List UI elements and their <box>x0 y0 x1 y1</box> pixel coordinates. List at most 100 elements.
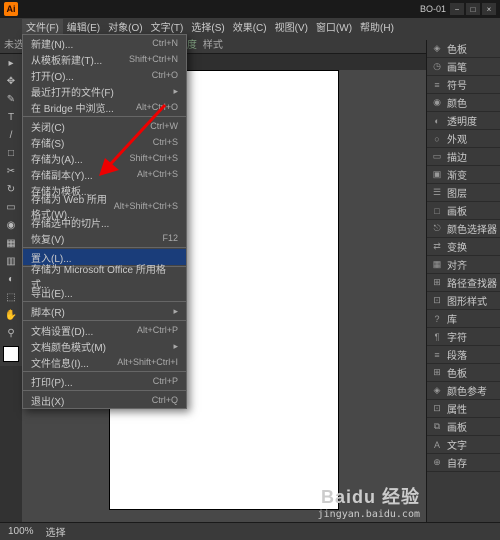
zoom-level[interactable]: 100% <box>8 526 34 537</box>
menu-item[interactable]: 恢复(V)F12 <box>23 230 186 246</box>
panel-button[interactable]: ¶字符 <box>427 328 500 346</box>
panel-button[interactable]: ◐透明度 <box>427 112 500 130</box>
menu-item[interactable]: 文档设置(D)...Alt+Ctrl+P <box>23 322 186 338</box>
menu-item[interactable]: 退出(X)Ctrl+Q <box>23 392 186 408</box>
tool-button[interactable]: ▦ <box>0 234 22 252</box>
panel-button[interactable]: ?库 <box>427 310 500 328</box>
tool-button[interactable]: ▭ <box>0 198 22 216</box>
tool-button[interactable]: ▥ <box>0 252 22 270</box>
status-bar: 100% 选择 <box>0 522 500 540</box>
tool-button[interactable]: ✋ <box>0 306 22 324</box>
maximize-button[interactable]: □ <box>466 3 480 15</box>
panel-button[interactable]: ⇄ 变换 <box>427 238 500 256</box>
panel-button[interactable]: ≡ 段落 <box>427 346 500 364</box>
menu-item[interactable]: 存储为(A)...Shift+Ctrl+S <box>23 150 186 166</box>
panel-label: 色板 <box>447 365 467 380</box>
panel-icon: ? <box>431 313 443 325</box>
menu-item[interactable]: 存储为 Web 所用格式(W)...Alt+Shift+Ctrl+S <box>23 198 186 214</box>
menu-5[interactable]: 效果(C) <box>229 19 271 34</box>
menu-1[interactable]: 编辑(E) <box>63 19 104 34</box>
panel-button[interactable]: ⧉画板 <box>427 418 500 436</box>
panel-button[interactable]: ⊡ 图形样式 <box>427 292 500 310</box>
tool-button[interactable]: ◉ <box>0 216 22 234</box>
panel-label: 段落 <box>447 347 467 362</box>
panel-label: 渐变 <box>447 167 467 182</box>
panel-button[interactable]: ◈色板 <box>427 40 500 58</box>
fill-swatch[interactable] <box>3 346 19 362</box>
menu-item[interactable]: 文件信息(I)...Alt+Shift+Ctrl+I <box>23 354 186 370</box>
tool-button[interactable]: ◐ <box>0 270 22 288</box>
tool-button[interactable]: / <box>0 126 22 144</box>
tool-button[interactable]: ✥ <box>0 72 22 90</box>
menu-item[interactable]: 打开(O)...Ctrl+O <box>23 67 186 83</box>
file-menu-dropdown: 新建(N)...Ctrl+N从模板新建(T)...Shift+Ctrl+N打开(… <box>22 34 187 409</box>
panel-button[interactable]: □画板 <box>427 202 500 220</box>
panel-button[interactable]: ◉颜色 <box>427 94 500 112</box>
tool-button[interactable]: ✂ <box>0 162 22 180</box>
tool-button[interactable]: T <box>0 108 22 126</box>
panel-button[interactable]: ⊡属性 <box>427 400 500 418</box>
close-button[interactable]: × <box>482 3 496 15</box>
panel-button[interactable]: ▣渐变 <box>427 166 500 184</box>
panel-label: 变换 <box>447 239 467 254</box>
panel-label: 画板 <box>447 419 467 434</box>
panel-icon: ⇄ <box>431 241 443 253</box>
menu-item[interactable]: 存储选中的切片... <box>23 214 186 230</box>
menu-6[interactable]: 视图(V) <box>271 19 312 34</box>
menu-item[interactable]: 从模板新建(T)...Shift+Ctrl+N <box>23 51 186 67</box>
watermark-brand: Baidu 经验 <box>318 483 420 509</box>
panel-button[interactable]: ◷画笔 <box>427 58 500 76</box>
menu-item[interactable]: 脚本(R)▸ <box>23 303 186 319</box>
tool-button[interactable]: ⬚ <box>0 288 22 306</box>
menu-item[interactable]: 文档颜色模式(M)▸ <box>23 338 186 354</box>
panel-button[interactable]: ▭描边 <box>427 148 500 166</box>
panel-button[interactable]: ○ 外观 <box>427 130 500 148</box>
right-panels: ◈色板◷画笔≡符号◉颜色◐透明度 ○ 外观 ▭描边▣渐变☰图层□画板⎋颜色选择器 ⇄ 变换… <box>426 40 500 522</box>
watermark: Baidu 经验 jingyan.baidu.com <box>318 483 420 520</box>
panel-icon: ○ <box>431 133 443 145</box>
menu-item[interactable]: 在 Bridge 中浏览...Alt+Ctrl+O <box>23 99 186 115</box>
tool-button[interactable]: ⚲ <box>0 324 22 342</box>
menu-item[interactable]: 最近打开的文件(F)▸ <box>23 83 186 99</box>
panel-label: 透明度 <box>447 113 477 128</box>
style-label[interactable]: 样式 <box>203 36 223 51</box>
menu-0[interactable]: 文件(F) <box>22 19 63 34</box>
panel-button[interactable]: ☰图层 <box>427 184 500 202</box>
menu-item[interactable]: 存储副本(Y)...Alt+Ctrl+S <box>23 166 186 182</box>
menu-item[interactable]: 存储为 Microsoft Office 所用格式... <box>23 268 186 284</box>
tool-button[interactable]: ✎ <box>0 90 22 108</box>
menu-3[interactable]: 文字(T) <box>147 19 188 34</box>
panel-button[interactable]: ⊞色板 <box>427 364 500 382</box>
minimize-button[interactable]: − <box>450 3 464 15</box>
tool-button[interactable]: □ <box>0 144 22 162</box>
menu-item[interactable]: 新建(N)...Ctrl+N <box>23 35 186 51</box>
panel-button[interactable]: ⊞ 路径查找器 <box>427 274 500 292</box>
menu-4[interactable]: 选择(S) <box>187 19 228 34</box>
panel-icon: ≡ <box>431 349 443 361</box>
panel-icon: ▦ <box>431 259 443 271</box>
panel-label: 颜色参考 <box>447 383 487 398</box>
panel-icon: ⎋ <box>431 223 443 235</box>
menu-item[interactable]: 打印(P)...Ctrl+P <box>23 373 186 389</box>
panel-label: 路径查找器 <box>447 275 497 290</box>
menu-item[interactable]: 存储(S)Ctrl+S <box>23 134 186 150</box>
panel-button[interactable]: ◈颜色参考 <box>427 382 500 400</box>
left-toolbar: ▸✥✎T/□✂↻▭◉▦▥◐⬚✋⚲ <box>0 54 22 366</box>
panel-button[interactable]: ⊕自存 <box>427 454 500 472</box>
panel-button[interactable]: ▦对齐 <box>427 256 500 274</box>
panel-label: 图形样式 <box>447 293 487 308</box>
menu-8[interactable]: 帮助(H) <box>356 19 398 34</box>
panel-icon: ⊡ <box>431 295 443 307</box>
panel-icon: ▭ <box>431 151 443 163</box>
panel-button[interactable]: A文字 <box>427 436 500 454</box>
menu-item[interactable]: 关闭(C)Ctrl+W <box>23 118 186 134</box>
tool-button[interactable]: ▸ <box>0 54 22 72</box>
panel-button[interactable]: ⎋颜色选择器 <box>427 220 500 238</box>
menu-7[interactable]: 窗口(W) <box>312 19 356 34</box>
panel-label: 画板 <box>447 203 467 218</box>
panel-label: 外观 <box>447 131 467 146</box>
tool-button[interactable]: ↻ <box>0 180 22 198</box>
menu-2[interactable]: 对象(O) <box>104 19 146 34</box>
panel-button[interactable]: ≡符号 <box>427 76 500 94</box>
panel-icon: ⊞ <box>431 277 443 289</box>
